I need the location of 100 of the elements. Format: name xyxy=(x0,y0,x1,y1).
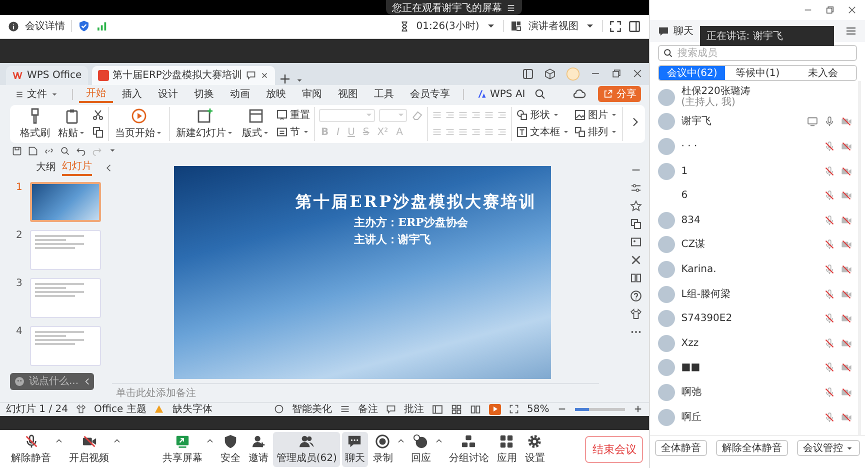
camera-off-icon[interactable] xyxy=(841,239,852,250)
mic-muted-icon[interactable] xyxy=(824,264,835,275)
view-mode-dropdown[interactable]: 演讲者视图 xyxy=(528,19,578,34)
panel-button[interactable]: 全体静音 xyxy=(655,440,708,456)
ribbon-tab[interactable]: 视图 xyxy=(331,86,365,103)
ribbon-button[interactable]: 排列 xyxy=(574,125,618,140)
fullscreen-icon[interactable] xyxy=(609,20,622,33)
help-icon[interactable] xyxy=(630,290,642,302)
ribbon-tab[interactable]: 插入 xyxy=(115,86,149,103)
menu-icon[interactable] xyxy=(845,25,857,37)
ribbon-tab[interactable]: 切换 xyxy=(187,86,221,103)
ribbon-tab[interactable]: 审阅 xyxy=(295,86,329,103)
export-icon[interactable] xyxy=(28,146,38,156)
mic-muted-icon[interactable] xyxy=(824,166,835,177)
star-icon[interactable] xyxy=(630,200,642,212)
slide-thumbnail[interactable] xyxy=(30,278,101,318)
grid-view-icon[interactable] xyxy=(451,404,462,415)
fit-icon[interactable] xyxy=(509,404,520,414)
plus-icon[interactable] xyxy=(278,72,291,85)
ribbon-tab[interactable]: WPS AI xyxy=(470,86,532,103)
ribbon-button[interactable]: 版式 xyxy=(240,108,272,140)
theme-label[interactable]: Office 主题 xyxy=(94,402,146,416)
ribbon-button[interactable]: 重置 xyxy=(276,108,310,122)
toolbar-button[interactable]: 设置 xyxy=(522,432,548,467)
panel-tab[interactable]: 大纲 xyxy=(36,160,56,176)
beautify-button[interactable]: 智能美化 xyxy=(292,402,332,416)
restore-icon[interactable] xyxy=(611,68,622,80)
link-icon[interactable] xyxy=(44,146,54,156)
slideshow-button[interactable] xyxy=(489,404,502,415)
comment-input[interactable]: 说点什么... xyxy=(10,372,94,390)
toolbar-button[interactable]: 管理成员(62) xyxy=(273,432,340,467)
camera-off-icon[interactable] xyxy=(841,313,852,324)
search-icon[interactable] xyxy=(534,88,546,100)
meeting-info-label[interactable]: 会议详情 xyxy=(25,19,65,34)
member-filter-tab[interactable]: 会议中(62) xyxy=(659,66,725,80)
document-tab[interactable]: 第十届ERP沙盘模拟大赛培训 xyxy=(92,66,275,85)
ribbon-tab[interactable]: 工具 xyxy=(367,86,401,103)
mic-muted-icon[interactable] xyxy=(824,140,835,152)
copy-icon[interactable] xyxy=(630,218,642,230)
slide-thumbnail[interactable] xyxy=(30,326,101,366)
toolbar-button[interactable]: 分组讨论 xyxy=(446,432,492,467)
image-icon[interactable] xyxy=(630,236,642,248)
toolbar-button[interactable]: 安全 xyxy=(217,432,244,467)
chat-tab[interactable]: 聊天 xyxy=(658,24,694,38)
camera-off-icon[interactable] xyxy=(841,264,852,275)
zoom-slider-track[interactable] xyxy=(575,408,626,411)
ribbon-tab[interactable]: 放映 xyxy=(259,86,293,103)
end-meeting-button[interactable]: 结束会议 xyxy=(585,436,644,463)
mic-muted-icon[interactable] xyxy=(824,313,835,324)
toolbar-button[interactable]: 共享屏幕 xyxy=(159,432,206,467)
toolbar-button[interactable]: 录制 xyxy=(370,432,396,467)
comments-button[interactable]: 批注 xyxy=(404,402,424,416)
ribbon-button[interactable]: 形状 xyxy=(516,108,570,122)
scissors-icon[interactable] xyxy=(92,109,104,122)
mic-muted-icon[interactable] xyxy=(824,288,835,300)
camera-off-icon[interactable] xyxy=(841,116,852,128)
panel-button[interactable]: 会议管控 xyxy=(797,440,860,456)
ribbon-button[interactable]: 粘贴 xyxy=(56,108,88,140)
book-icon[interactable] xyxy=(630,272,642,284)
toolbar-button[interactable]: 开启视频 xyxy=(66,432,112,467)
copy-icon[interactable] xyxy=(92,126,104,138)
ribbon-button[interactable]: 新建幻灯片 xyxy=(174,108,236,140)
toolbar-button[interactable]: 应用 xyxy=(494,432,520,467)
mic-muted-icon[interactable] xyxy=(824,362,835,374)
sliders-icon[interactable] xyxy=(630,182,642,194)
zoom-level[interactable]: 58% xyxy=(527,404,550,415)
undo-icon[interactable] xyxy=(76,146,86,156)
plus-icon[interactable] xyxy=(633,404,644,414)
camera-off-icon[interactable] xyxy=(841,166,852,177)
ribbon-tab[interactable]: 文件 xyxy=(8,86,66,103)
mic-muted-icon[interactable] xyxy=(824,412,835,423)
mic-muted-icon[interactable] xyxy=(824,338,835,349)
camera-off-icon[interactable] xyxy=(841,140,852,152)
ribbon-button[interactable]: 格式刷 xyxy=(18,108,52,140)
info-icon[interactable] xyxy=(8,20,19,32)
camera-off-icon[interactable] xyxy=(841,386,852,398)
document-tab[interactable]: WPS Office xyxy=(6,66,88,85)
cube-icon[interactable] xyxy=(544,68,556,80)
camera-off-icon[interactable] xyxy=(841,288,852,300)
mic-muted-icon[interactable] xyxy=(824,386,835,398)
notes-button[interactable]: 备注 xyxy=(358,402,378,416)
camera-off-icon[interactable] xyxy=(841,362,852,374)
camera-off-icon[interactable] xyxy=(841,338,852,349)
toolbar-button[interactable]: 解除静音 xyxy=(8,432,54,467)
ribbon-button[interactable]: 节 xyxy=(276,125,310,140)
close-icon[interactable] xyxy=(632,68,644,80)
ribbon-button[interactable]: 当页开始 xyxy=(113,108,165,140)
restore-icon[interactable] xyxy=(825,5,835,15)
ribbon-button[interactable]: 图片 xyxy=(574,108,618,122)
slide-thumbnail[interactable] xyxy=(30,230,101,270)
toolbar-button[interactable]: 聊天 xyxy=(342,432,368,467)
panel-icon[interactable] xyxy=(522,68,534,80)
panel-button[interactable]: 解除全体静音 xyxy=(716,440,788,456)
toolbar-button[interactable]: 邀请 xyxy=(245,432,272,467)
mic-icon[interactable] xyxy=(824,116,835,128)
mic-muted-icon[interactable] xyxy=(824,190,835,202)
mic-muted-icon[interactable] xyxy=(824,214,835,226)
save-icon[interactable] xyxy=(12,146,22,156)
ribbon-tab[interactable]: 会员专享 xyxy=(403,86,457,103)
mic-muted-icon[interactable] xyxy=(824,239,835,250)
